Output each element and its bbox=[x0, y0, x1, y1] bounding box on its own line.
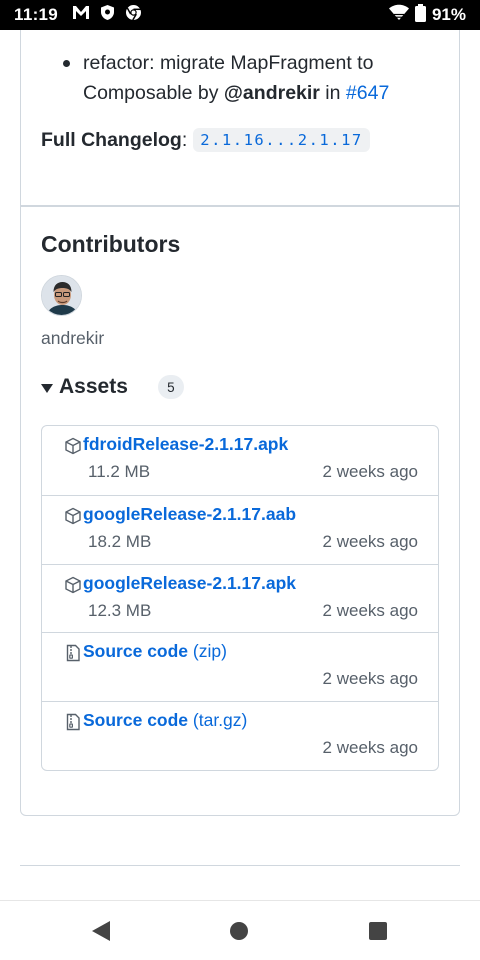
bullet-icon bbox=[63, 60, 70, 67]
gmail-icon bbox=[72, 5, 90, 25]
asset-date: 2 weeks ago bbox=[322, 669, 418, 689]
wifi-icon bbox=[388, 4, 409, 26]
contributor-name[interactable]: andrekir bbox=[41, 328, 104, 349]
author-mention-link[interactable]: @andrekir bbox=[224, 82, 320, 104]
assets-count-badge: 5 bbox=[157, 375, 184, 399]
file-zip-icon bbox=[64, 644, 82, 662]
asset-row: Source code (tar.gz) 2 weeks ago bbox=[42, 701, 438, 770]
changelog-label: Full Changelog bbox=[41, 128, 182, 151]
in-text: in bbox=[319, 82, 346, 104]
changelog-colon: : bbox=[181, 128, 188, 151]
status-time: 11:19 bbox=[14, 5, 59, 24]
notification-icons bbox=[72, 4, 142, 26]
assets-heading: Assets bbox=[59, 375, 128, 398]
asset-row: googleRelease-2.1.17.apk 12.3 MB 2 weeks… bbox=[42, 563, 438, 633]
assets-list: fdroidRelease-2.1.17.apk 11.2 MB 2 weeks… bbox=[41, 425, 439, 771]
asset-size: 12.3 MB bbox=[88, 600, 152, 620]
pull-request-link[interactable]: #647 bbox=[346, 82, 389, 104]
divider bbox=[20, 865, 460, 866]
asset-ext: (tar.gz) bbox=[188, 710, 248, 731]
asset-download-link[interactable]: googleRelease-2.1.17.aab bbox=[83, 504, 296, 525]
contributors-heading: Contributors bbox=[41, 231, 181, 257]
chrome-icon bbox=[125, 4, 142, 26]
contributor-avatar[interactable] bbox=[41, 275, 82, 316]
assets-toggle[interactable]: Assets 5 bbox=[41, 375, 184, 399]
status-bar: 11:19 91% bbox=[0, 0, 480, 30]
file-zip-icon bbox=[64, 713, 82, 731]
asset-ext: (zip) bbox=[188, 641, 227, 662]
triangle-down-icon bbox=[41, 383, 53, 393]
asset-date: 2 weeks ago bbox=[322, 462, 418, 481]
asset-download-link[interactable]: Source code (tar.gz) bbox=[83, 710, 247, 731]
release-page: refactor: migrate MapFragment to Composa… bbox=[0, 30, 480, 900]
asset-filename: googleRelease-2.1.17.aab bbox=[83, 503, 297, 524]
back-icon[interactable] bbox=[92, 921, 110, 941]
release-footer-card: Contributors andrekir Assets 5 fdroidRel… bbox=[20, 206, 460, 816]
changelog-compare-link[interactable]: 2.1.16...2.1.17 bbox=[193, 128, 370, 152]
asset-filename: googleRelease-2.1.17.apk bbox=[83, 572, 297, 593]
asset-size: 11.2 MB bbox=[88, 462, 151, 481]
asset-size: 18.2 MB bbox=[88, 531, 152, 551]
release-note-item: refactor: migrate MapFragment to Composa… bbox=[63, 48, 423, 108]
battery-percent: 91% bbox=[431, 5, 466, 24]
home-icon[interactable] bbox=[230, 922, 248, 940]
battery-icon bbox=[414, 3, 426, 27]
package-icon bbox=[64, 507, 82, 525]
full-changelog: Full Changelog: 2.1.16...2.1.17 bbox=[41, 128, 370, 152]
package-icon bbox=[64, 437, 82, 455]
package-icon bbox=[64, 576, 82, 594]
recents-icon[interactable] bbox=[369, 922, 387, 940]
asset-date: 2 weeks ago bbox=[322, 600, 418, 620]
asset-row: Source code (zip) 2 weeks ago bbox=[42, 632, 438, 701]
asset-filename: Source code bbox=[83, 641, 189, 662]
asset-filename: Source code bbox=[83, 710, 189, 731]
asset-filename: fdroidRelease-2.1.17.apk bbox=[83, 434, 289, 454]
asset-download-link[interactable]: Source code (zip) bbox=[83, 641, 227, 662]
asset-row: googleRelease-2.1.17.aab 18.2 MB 2 weeks… bbox=[42, 494, 438, 564]
asset-download-link[interactable]: googleRelease-2.1.17.apk bbox=[83, 573, 296, 594]
release-notes-card: refactor: migrate MapFragment to Composa… bbox=[20, 30, 460, 206]
shield-icon bbox=[100, 4, 115, 26]
asset-download-link[interactable]: fdroidRelease-2.1.17.apk bbox=[83, 434, 288, 455]
asset-date: 2 weeks ago bbox=[322, 738, 418, 758]
asset-row: fdroidRelease-2.1.17.apk 11.2 MB 2 weeks… bbox=[42, 426, 438, 495]
status-right: 91% bbox=[388, 3, 466, 27]
asset-date: 2 weeks ago bbox=[322, 531, 418, 551]
system-nav-bar bbox=[0, 900, 480, 960]
